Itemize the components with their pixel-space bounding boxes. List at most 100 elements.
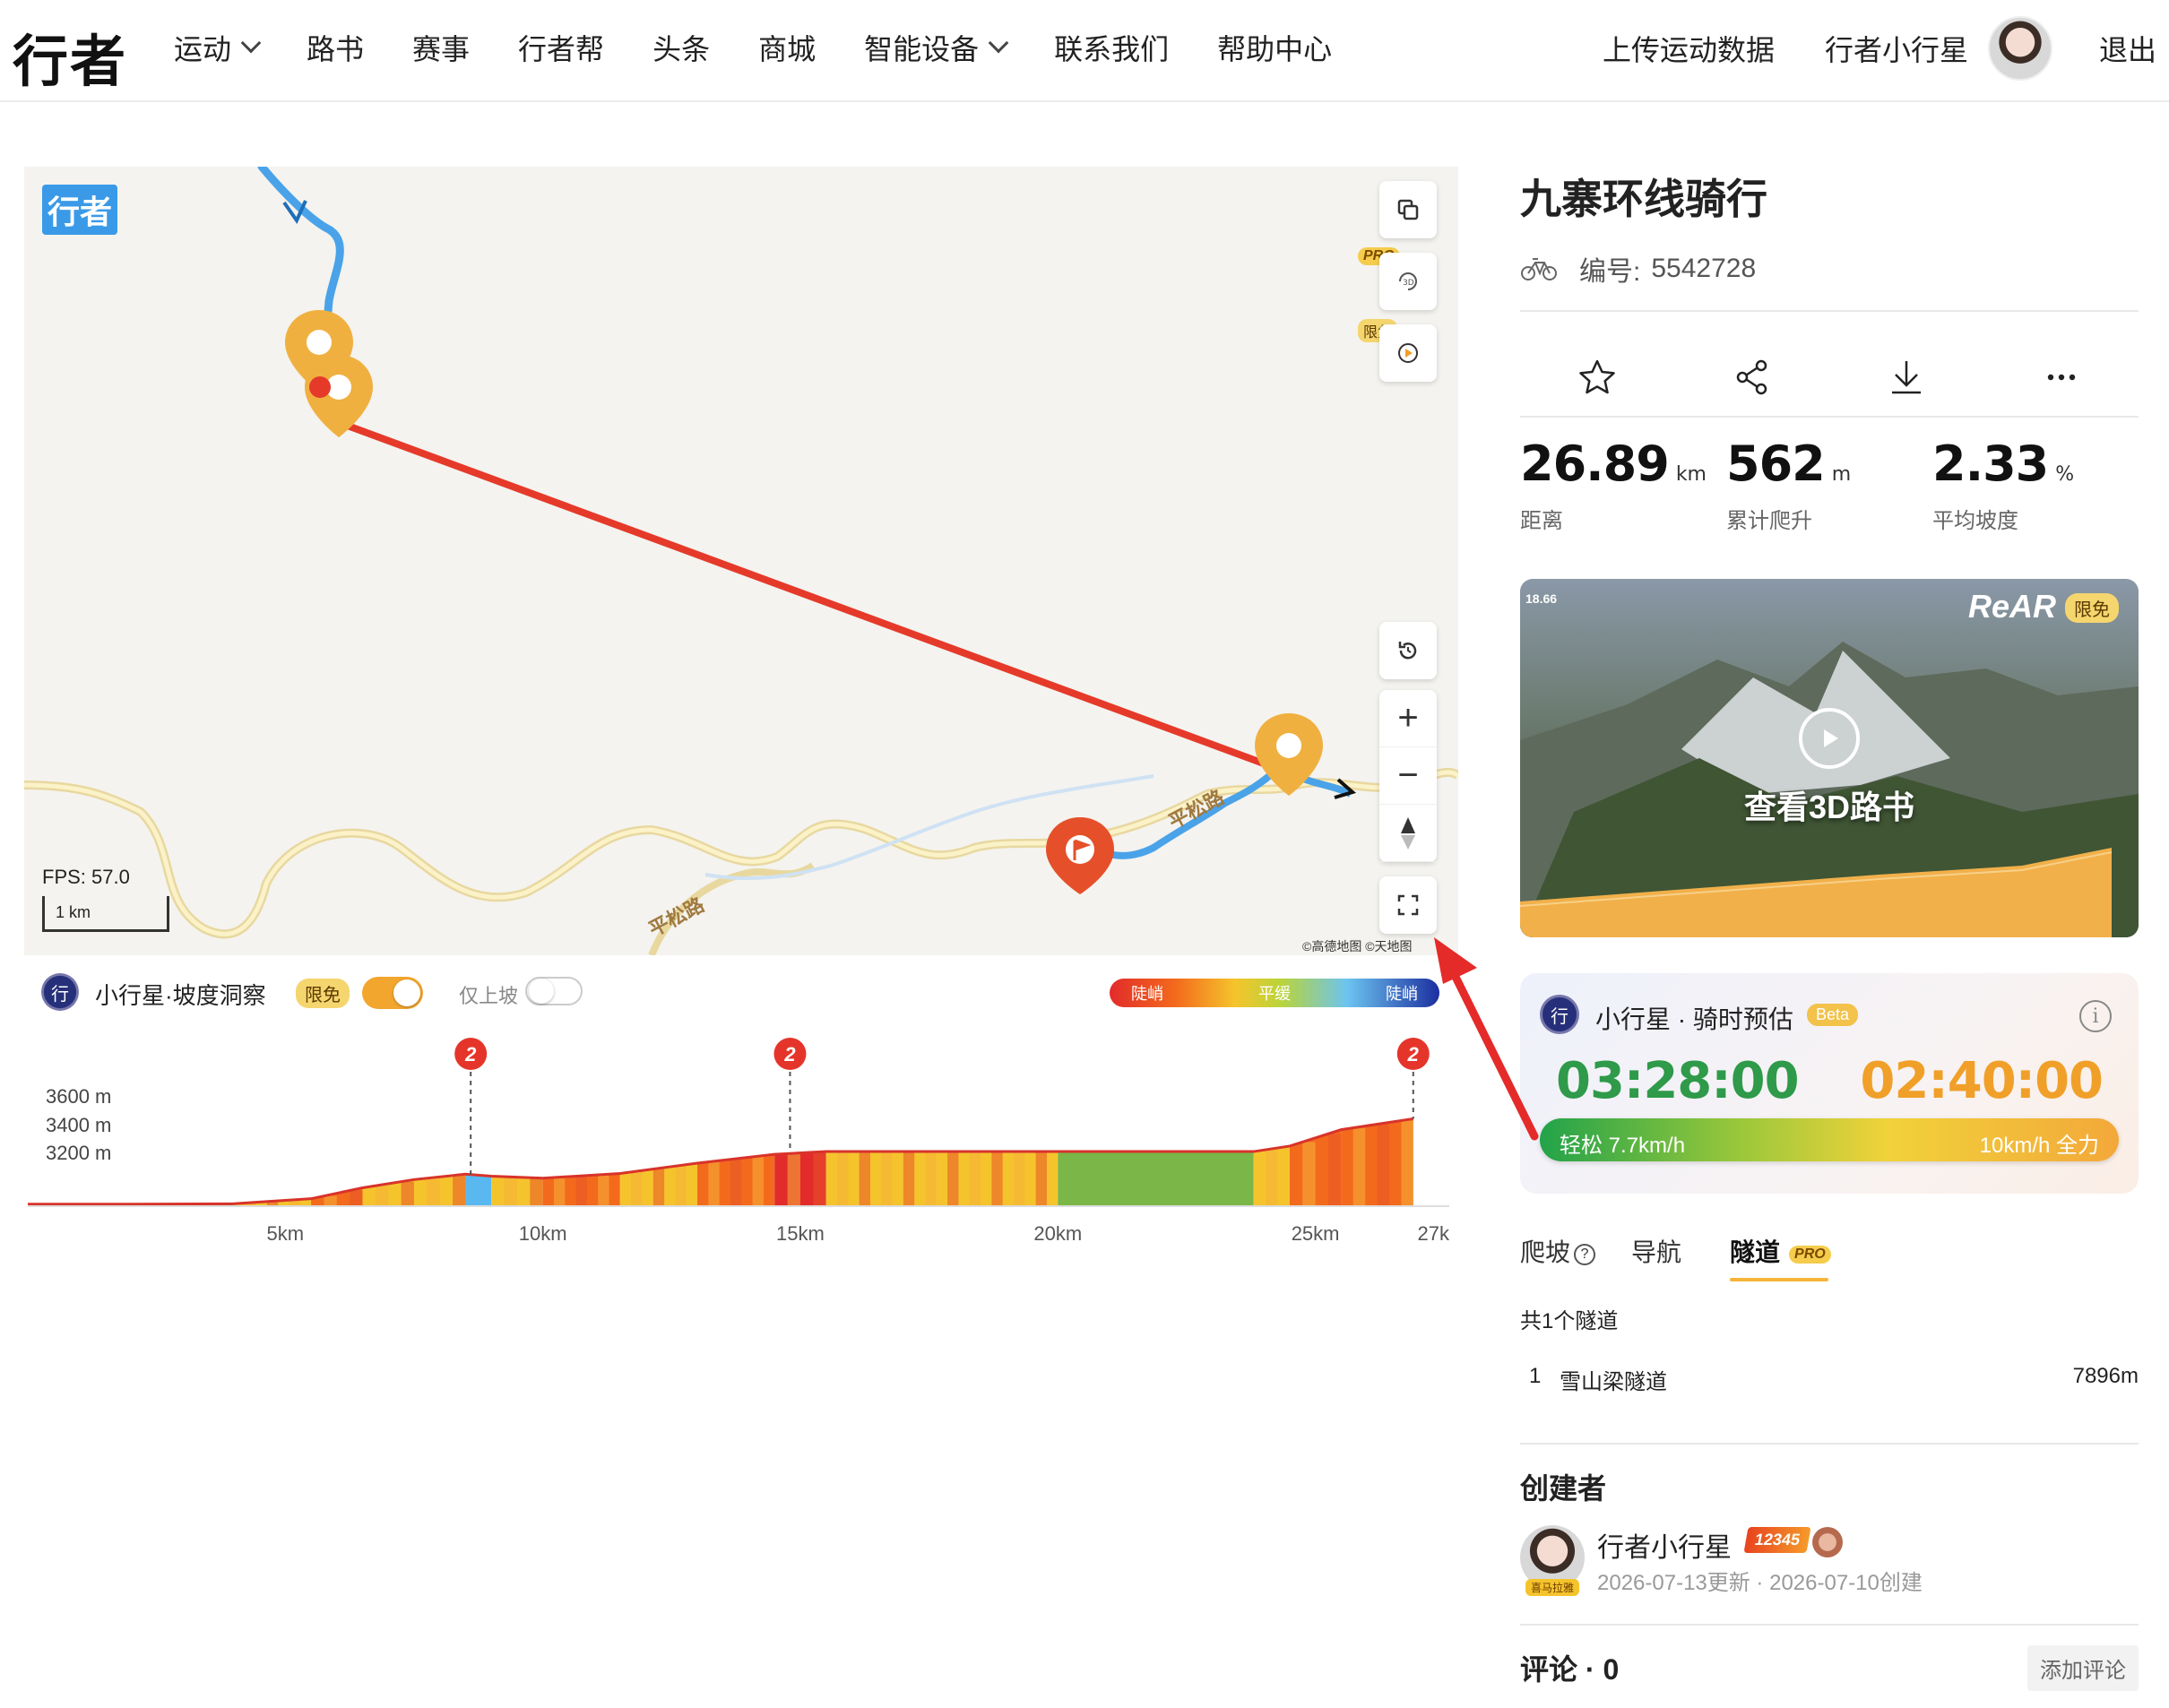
avatar[interactable] <box>1987 16 2052 81</box>
nav-item-help[interactable]: 帮助中心 <box>1217 27 1332 68</box>
elevation-stripe <box>1377 1124 1389 1206</box>
x-tick-label: 15km <box>776 1222 825 1245</box>
elevation-stripe <box>947 1152 959 1206</box>
playback-button[interactable] <box>1379 324 1437 382</box>
elevation-stripe <box>991 1152 1003 1206</box>
nav-item-events[interactable]: 赛事 <box>412 27 470 68</box>
free-tag: 限免 <box>296 979 350 1008</box>
y-tick-label: 3200 m <box>46 1142 111 1164</box>
fullscreen-button[interactable] <box>1379 876 1437 934</box>
route-id-label: 编号: <box>1579 257 1641 287</box>
layers-icon <box>1397 199 1419 220</box>
compass-icon <box>1401 816 1415 850</box>
elevation-stripe <box>1266 1150 1278 1206</box>
share-button[interactable] <box>1725 350 1779 404</box>
help-icon[interactable]: ? <box>1574 1243 1596 1265</box>
upload-data-link[interactable]: 上传运动数据 <box>1603 28 1775 69</box>
x-tick-label: 25km <box>1292 1222 1340 1245</box>
route-map[interactable]: 行者 平松路 平松路 PRO 3D 限免 + − FPS: 57.0 1 km … <box>24 167 1458 955</box>
y-tick-label: 3400 m <box>46 1114 111 1136</box>
download-button[interactable] <box>1880 350 1933 404</box>
creator-info: 喜马拉雅 行者小行星 12345 2026-07-13更新 · 2026-07-… <box>1520 1525 2139 1606</box>
play-icon[interactable] <box>1799 708 1860 769</box>
star-icon <box>1579 359 1615 394</box>
uphill-only-toggle[interactable] <box>525 977 583 1005</box>
climb-marker-label: 2 <box>783 1043 796 1065</box>
level-badge: 12345 <box>1743 1527 1811 1553</box>
route-title: 九寨环线骑行 <box>1520 176 1767 222</box>
elevation-stripe <box>350 1190 363 1206</box>
favorite-button[interactable] <box>1570 350 1624 404</box>
info-icon[interactable]: i <box>2079 1000 2112 1032</box>
reset-icon <box>1398 642 1417 660</box>
3d-view-button[interactable]: 3D <box>1379 253 1437 310</box>
elevation-stripe <box>652 1169 665 1206</box>
divider <box>1520 416 2139 418</box>
elevation-stripe <box>453 1175 466 1206</box>
elevation-stripe <box>530 1177 543 1206</box>
view-3d-routebook-card[interactable]: 18.66 ReAR 限免 查看3D路书 <box>1520 579 2139 937</box>
x-tick-label: 5km <box>267 1222 305 1245</box>
elevation-stripe <box>1302 1142 1316 1206</box>
legend-steep-label: 陡峭 <box>1131 985 1163 1003</box>
chevron-down-icon <box>988 32 1009 54</box>
nav-item-routebook[interactable]: 路书 <box>307 27 364 68</box>
slope-insight-toggle[interactable] <box>362 977 423 1009</box>
elevation-stripe <box>1035 1152 1047 1206</box>
zoom-out-button[interactable]: − <box>1379 747 1437 805</box>
ride-time-estimate-card: 行 小行星 · 骑时预估 Beta i 03:28:00 02:40:00 轻松… <box>1520 973 2139 1194</box>
elevation-stripe <box>631 1171 643 1206</box>
tunnel-count: 共1个隧道 <box>1520 1309 1619 1333</box>
nav-item-sport[interactable]: 运动 <box>174 27 262 68</box>
site-logo[interactable]: 行者 <box>13 16 127 97</box>
easy-time: 03:28:00 <box>1556 1052 1800 1110</box>
tab-climb[interactable]: 爬坡? <box>1520 1233 1596 1269</box>
divider <box>1520 1443 2139 1445</box>
map-attribution: ©高德地图 ©天地图 <box>1302 939 1413 953</box>
active-tab-indicator <box>1730 1278 1828 1281</box>
nav-item-mall[interactable]: 商城 <box>758 27 816 68</box>
username-link[interactable]: 行者小行星 <box>1825 28 1968 69</box>
zoom-controls: + − <box>1379 690 1437 862</box>
map-pin-start <box>309 376 331 398</box>
comments-heading: 评论 · 0 <box>1520 1653 1620 1686</box>
reset-view-button[interactable] <box>1379 622 1437 679</box>
elevation-stripe <box>708 1161 720 1206</box>
chevron-down-icon <box>240 32 262 54</box>
annotation-arrow-icon <box>1434 937 1539 1141</box>
logout-link[interactable]: 退出 <box>2099 28 2156 69</box>
compass-button[interactable] <box>1379 805 1437 862</box>
elevation-stripe <box>859 1152 870 1206</box>
3d-speed-readout: 18.66 <box>1525 591 1558 606</box>
elevation-stripe <box>324 1195 337 1206</box>
elevation-stripe <box>837 1152 849 1206</box>
tab-tunnel[interactable]: 隧道 PRO <box>1730 1233 1831 1269</box>
header-user-area: 上传运动数据 行者小行星 退出 <box>1603 16 2156 81</box>
toggle-knob <box>529 979 554 1004</box>
legend-flat-label: 平缓 <box>1258 985 1291 1003</box>
elevation-stripe <box>969 1152 981 1206</box>
nav-item-club[interactable]: 行者帮 <box>518 27 604 68</box>
elevation-stripe <box>553 1177 566 1206</box>
hard-speed-label: 10km/h 全力 <box>1979 1134 2099 1158</box>
map-pin-finish-flag <box>1046 817 1114 894</box>
toggle-knob <box>393 979 420 1006</box>
legend-steep-label: 陡峭 <box>1386 985 1418 1003</box>
elevation-stripe <box>598 1174 609 1206</box>
elevation-stripe <box>752 1156 764 1206</box>
more-button[interactable] <box>2035 350 2088 404</box>
add-comment-button[interactable]: 添加评论 <box>2027 1645 2139 1691</box>
tab-navigation[interactable]: 导航 <box>1631 1233 1681 1269</box>
elevation-profile-chart[interactable]: 3600 m3400 m3200 m2 2 25km 10km 15km 20km 25km… <box>24 1027 1458 1269</box>
creator-name[interactable]: 行者小行星 <box>1597 1525 1732 1565</box>
nav-item-devices[interactable]: 智能设备 <box>864 27 1009 68</box>
x-tick-label: 20km <box>1033 1222 1082 1245</box>
effort-slider[interactable]: 轻松 7.7km/h 10km/h 全力 <box>1540 1118 2119 1161</box>
detail-tabs: 爬坡? 导航 隧道 PRO <box>1520 1233 2139 1287</box>
nav-item-headlines[interactable]: 头条 <box>652 27 710 68</box>
nav-item-contact[interactable]: 联系我们 <box>1054 27 1169 68</box>
hard-time: 02:40:00 <box>1860 1052 2104 1110</box>
layers-button[interactable] <box>1379 181 1437 238</box>
divider <box>1520 310 2139 312</box>
zoom-in-button[interactable]: + <box>1379 690 1437 747</box>
